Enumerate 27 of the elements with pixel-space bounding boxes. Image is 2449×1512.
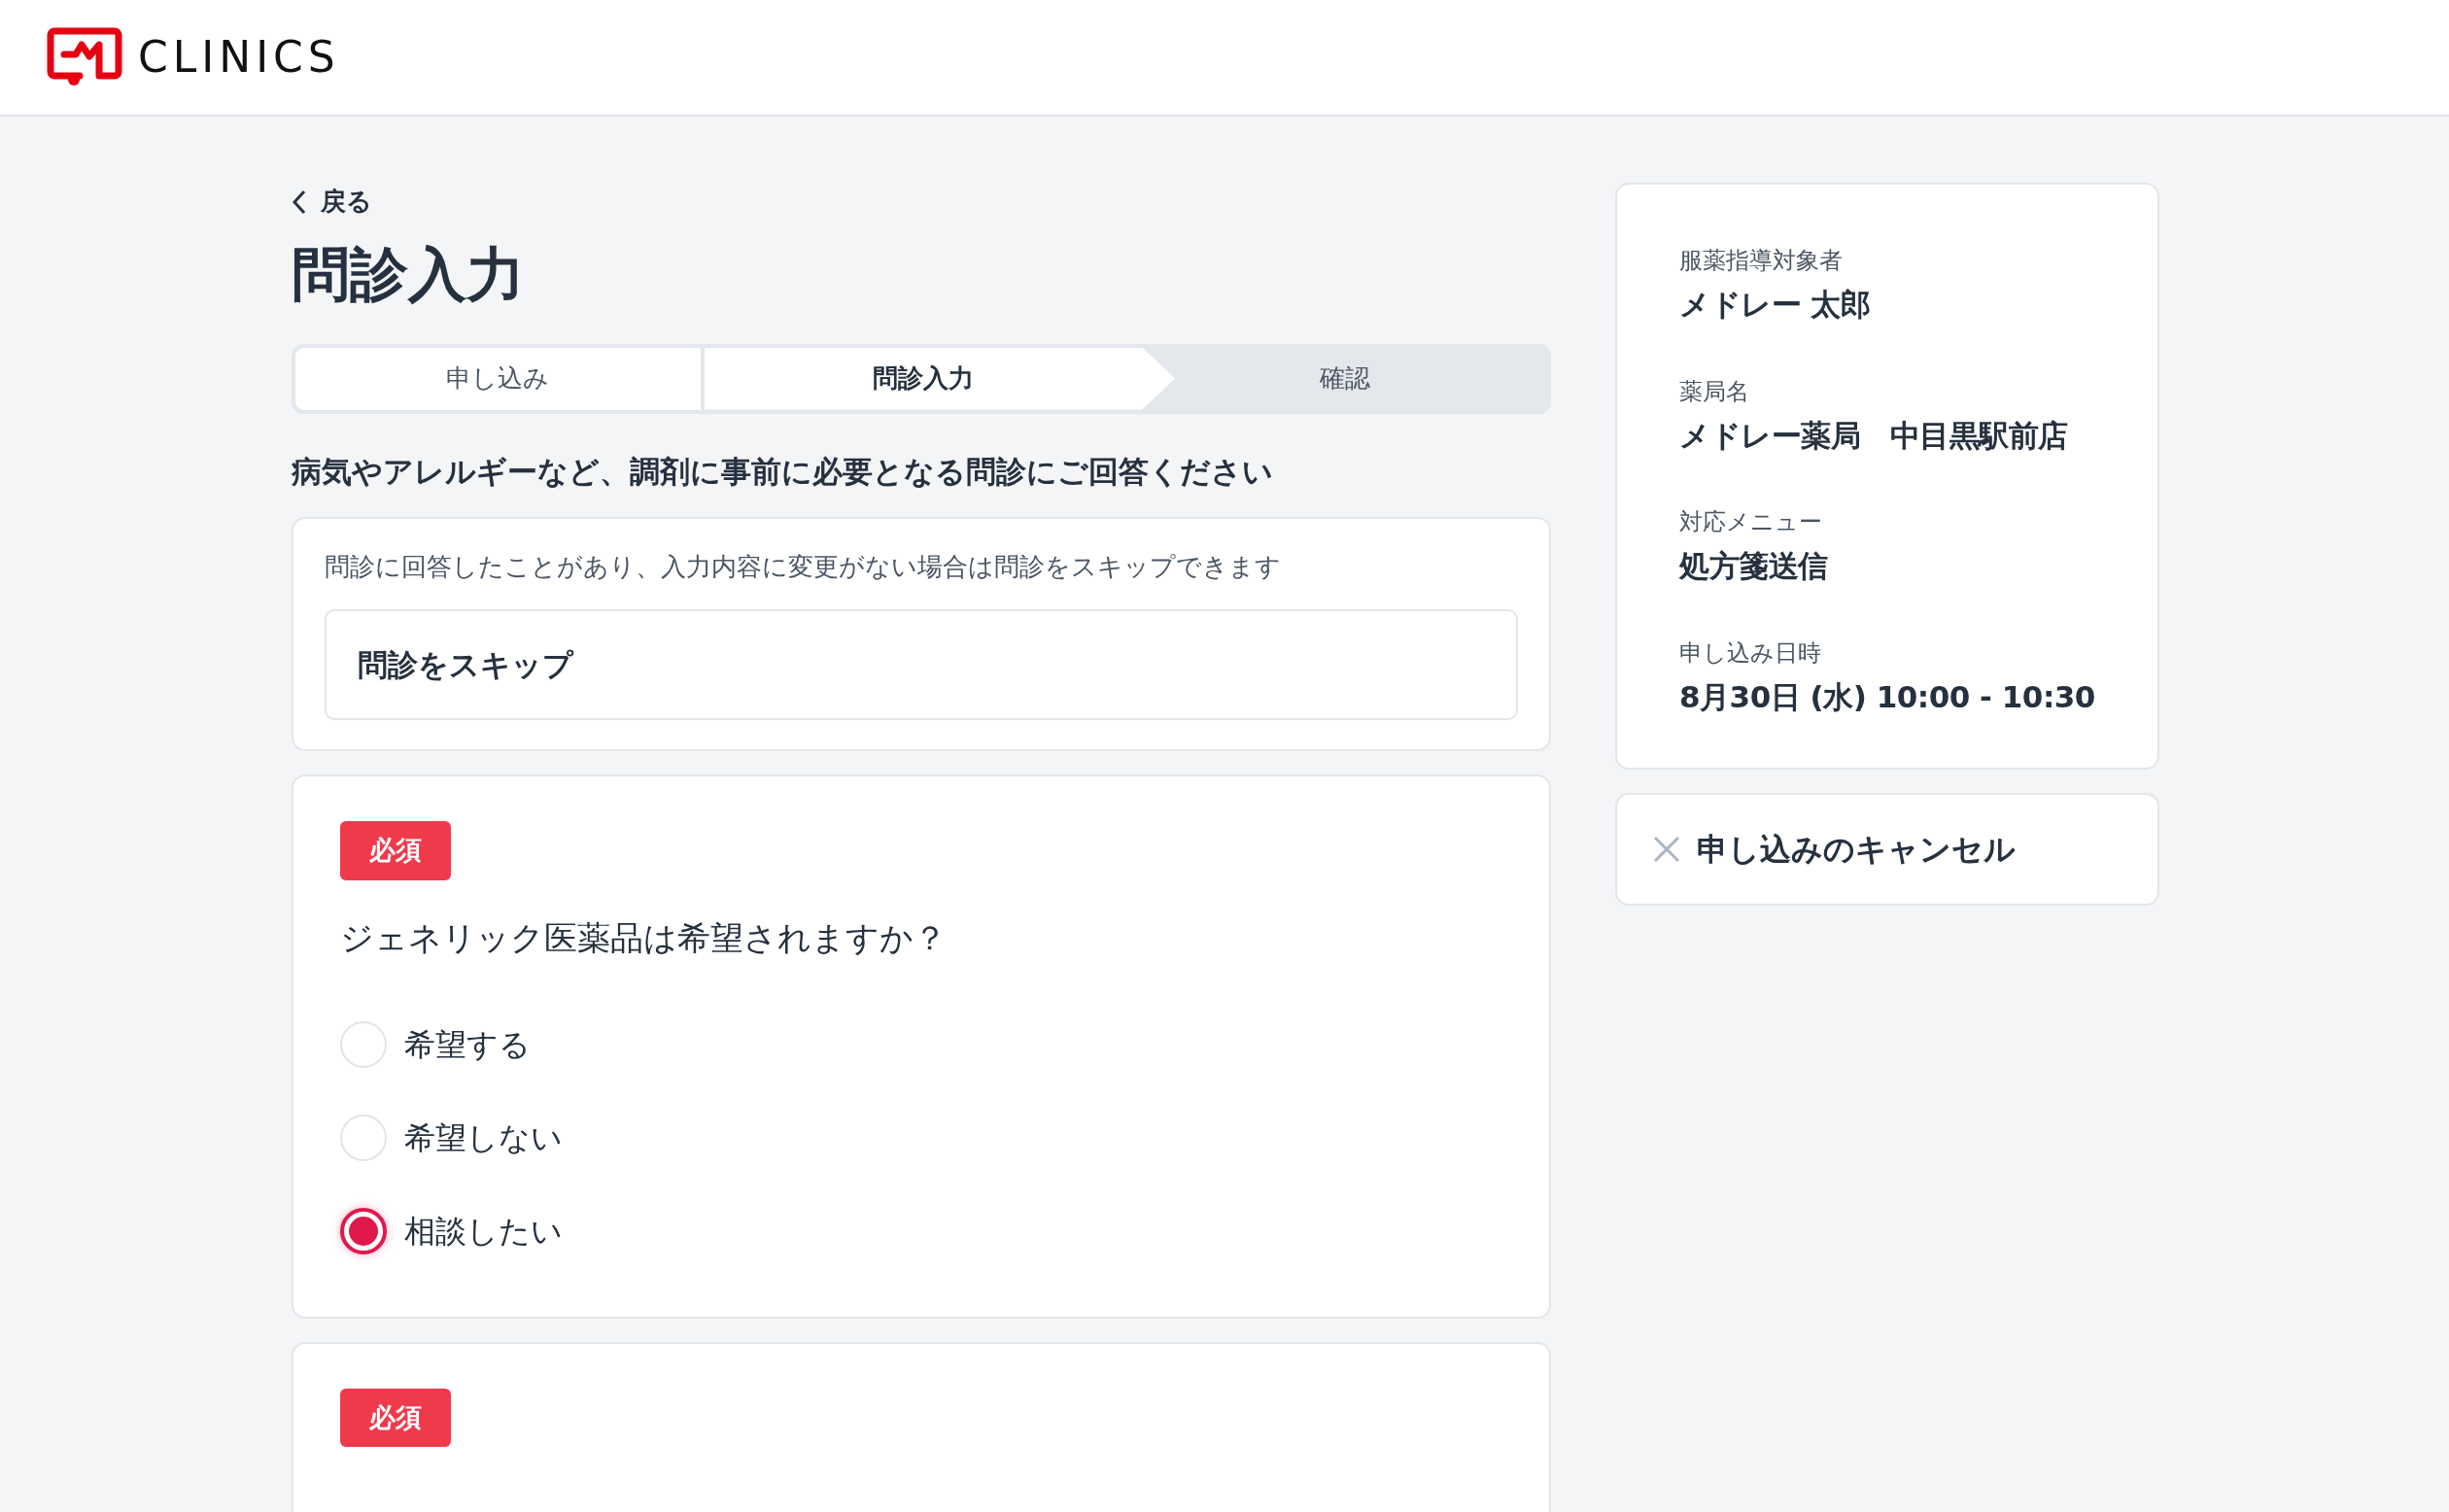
chevron-left-icon [292, 189, 307, 215]
option-label[interactable]: 希望しない [404, 1114, 563, 1161]
option-label[interactable]: 希望する [404, 1020, 531, 1068]
cancel-button[interactable]: 申し込みのキャンセル [1615, 793, 2159, 906]
close-icon [1652, 835, 1681, 864]
summary-label: 対応メニュー [1679, 507, 1823, 537]
summary-label: 薬局名 [1679, 376, 1750, 407]
option-label[interactable]: 相談したい [404, 1207, 563, 1254]
required-badge: 必須 [340, 1388, 451, 1447]
summary-label: 申し込み日時 [1679, 637, 1822, 669]
skip-button[interactable]: 問診をスキップ [325, 609, 1518, 720]
required-badge: 必須 [340, 821, 451, 880]
summary-value: メドレー 太郎 [1679, 286, 1872, 324]
back-link[interactable]: 戻る [292, 183, 372, 221]
radio-button[interactable] [340, 1207, 387, 1254]
summary-label: 服薬指導対象者 [1679, 246, 1844, 276]
skip-note: 問診に回答したことがあり、入力内容に変更がない場合は問診をスキップできます [325, 551, 1282, 583]
logo-text: CLINICS [138, 31, 340, 84]
step-tab[interactable]: 申し込み [295, 347, 701, 410]
summary-value: メドレー薬局 中目黒駅前店 [1679, 416, 2069, 455]
logo-icon [47, 27, 122, 87]
question-text: ジェネリック医薬品は希望されますか？ [340, 916, 948, 959]
summary-value: 8月30日 (水) 10:00 - 10:30 [1679, 677, 2096, 716]
page-title: 問診入力 [292, 238, 526, 309]
instruction-text: 病気やアレルギーなど、調剤に事前に必要となる問診にご回答ください [292, 452, 1274, 491]
summary-value: 処方箋送信 [1679, 547, 1829, 585]
step-tab[interactable]: 問診入力 [704, 347, 1176, 410]
